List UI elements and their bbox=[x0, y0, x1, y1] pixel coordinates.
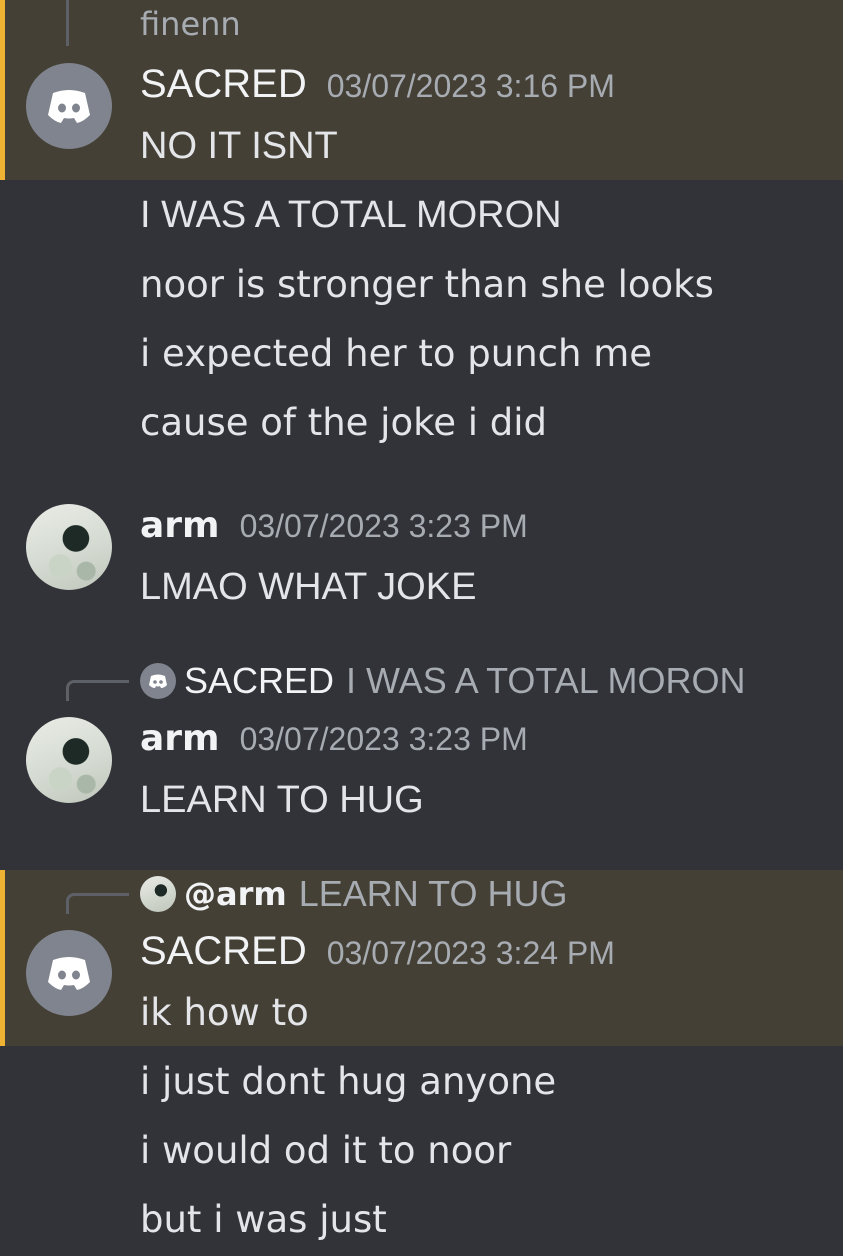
reply-spine bbox=[66, 893, 129, 914]
timestamp: 03/07/2023 3:23 PM bbox=[239, 721, 528, 757]
message-line: but i was just bbox=[140, 1198, 387, 1241]
reply-text[interactable]: LEARN TO HUG bbox=[299, 873, 568, 915]
message-header: SACRED 03/07/2023 3:16 PM bbox=[140, 62, 615, 107]
username[interactable]: arm bbox=[140, 718, 220, 759]
user-photo-avatar bbox=[140, 876, 176, 912]
reply-spine bbox=[66, 680, 129, 701]
message-line: cause of the joke i did bbox=[140, 401, 548, 444]
message-line: i just dont hug anyone bbox=[140, 1060, 557, 1103]
username[interactable]: SACRED bbox=[140, 62, 307, 107]
reply-text[interactable]: I WAS A TOTAL MORON bbox=[346, 660, 745, 702]
message-line: LMAO WHAT JOKE bbox=[140, 566, 477, 608]
reply-author[interactable]: SACRED bbox=[184, 660, 334, 702]
avatar[interactable] bbox=[26, 63, 112, 149]
username[interactable]: SACRED bbox=[140, 929, 307, 974]
discord-logo-icon bbox=[48, 90, 90, 123]
message-line: LEARN TO HUG bbox=[140, 779, 424, 821]
message-line: i expected her to punch me bbox=[140, 332, 653, 375]
message-line: I WAS A TOTAL MORON bbox=[140, 194, 562, 236]
avatar[interactable] bbox=[26, 930, 112, 1016]
message-header: arm 03/07/2023 3:23 PM bbox=[140, 505, 528, 546]
timestamp: 03/07/2023 3:23 PM bbox=[239, 508, 528, 544]
partial-reply-text: finenn bbox=[140, 5, 241, 43]
discord-logo-icon bbox=[48, 957, 90, 990]
message-line: NO IT ISNT bbox=[140, 125, 338, 167]
username[interactable]: arm bbox=[140, 505, 220, 546]
reply-spine bbox=[66, 0, 69, 46]
timestamp: 03/07/2023 3:16 PM bbox=[326, 68, 615, 104]
discord-logo-icon bbox=[140, 663, 176, 699]
reply-preview[interactable]: SACRED I WAS A TOTAL MORON bbox=[140, 660, 745, 702]
timestamp: 03/07/2023 3:24 PM bbox=[326, 935, 615, 971]
avatar[interactable] bbox=[26, 717, 112, 803]
message-line: i would od it to noor bbox=[140, 1129, 512, 1172]
message-header: arm 03/07/2023 3:23 PM bbox=[140, 718, 528, 759]
reply-author[interactable]: @arm bbox=[184, 875, 287, 913]
message-line: ik how to bbox=[140, 991, 309, 1034]
message-line: noor is stronger than she looks bbox=[140, 263, 714, 306]
avatar[interactable] bbox=[26, 504, 112, 590]
reply-preview[interactable]: @arm LEARN TO HUG bbox=[140, 873, 567, 915]
message-header: SACRED 03/07/2023 3:24 PM bbox=[140, 929, 615, 974]
